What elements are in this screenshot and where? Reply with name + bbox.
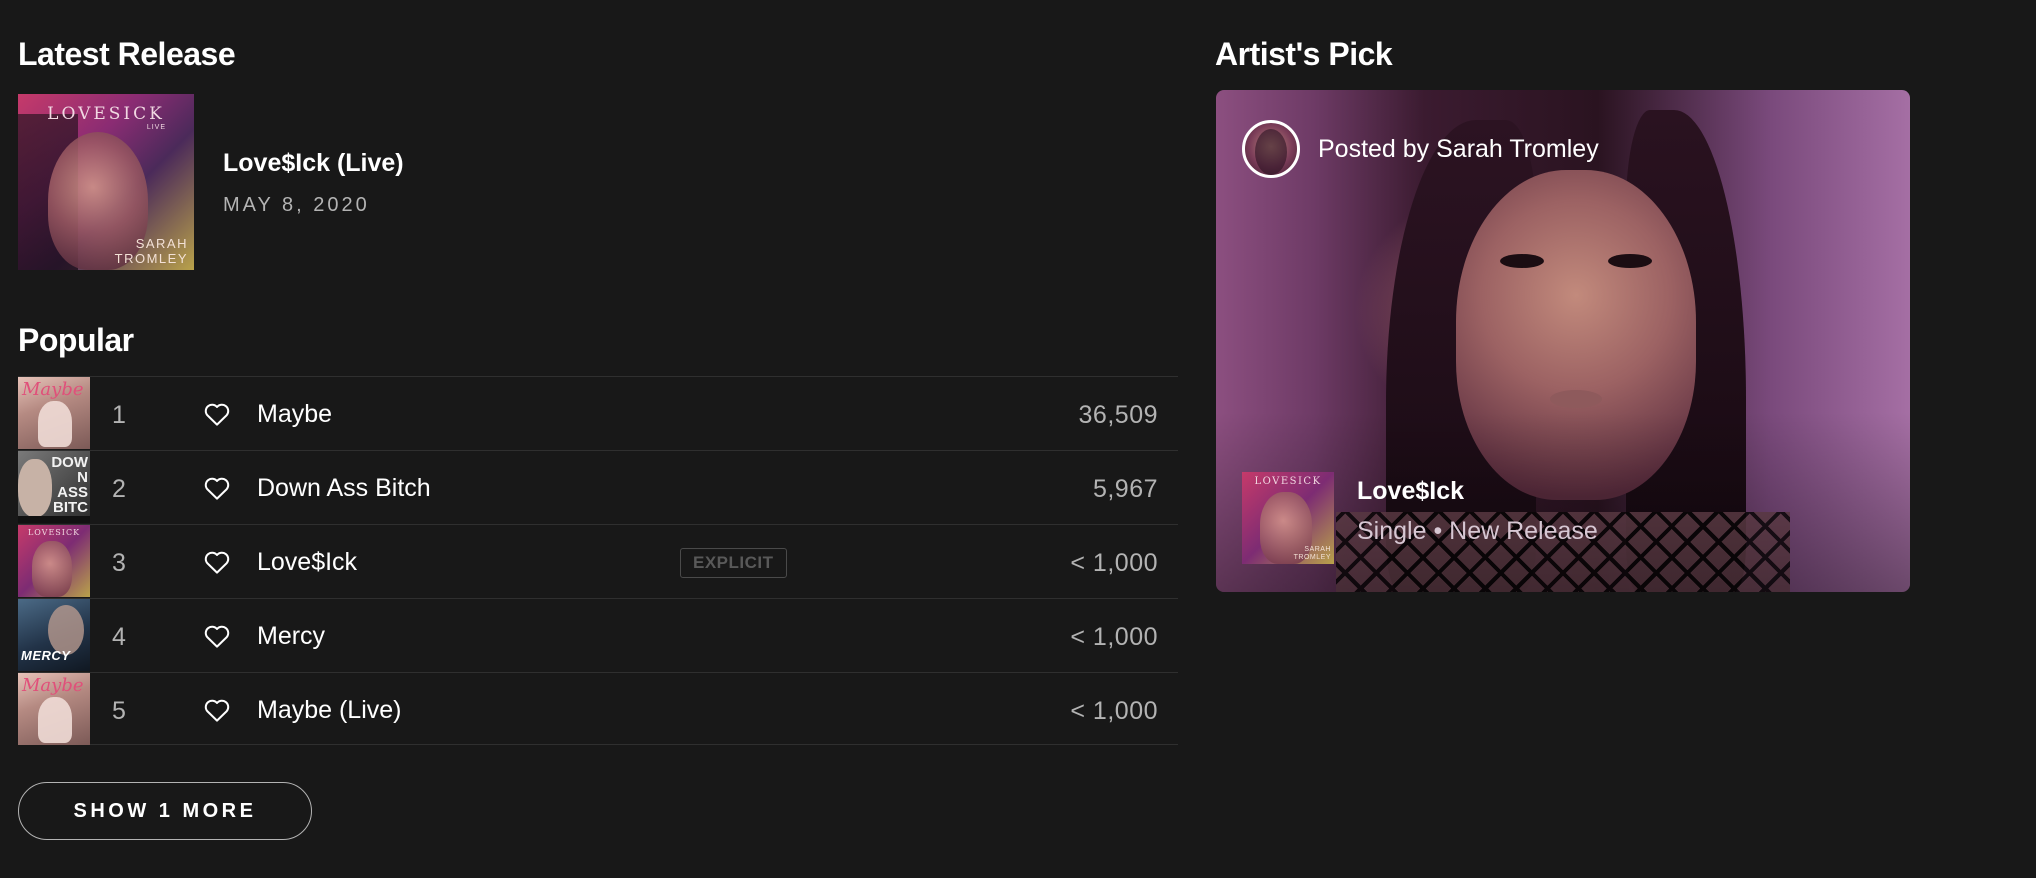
cover-subtitle-text: LIVE <box>146 124 166 131</box>
cover-artist-line: SARAH <box>1304 546 1331 553</box>
track-row[interactable]: Maybe 5 Maybe (Live) < 1,000 <box>18 673 1178 745</box>
thumbnail-art-shape <box>32 541 72 597</box>
track-row[interactable]: DOWN ASS BITCH 2 Down Ass Bitch 5,967 <box>18 451 1178 525</box>
cover-title-text: LOVESICK <box>1254 476 1322 487</box>
track-name[interactable]: Mercy <box>257 622 325 651</box>
track-row[interactable]: MERCY 4 Mercy < 1,000 <box>18 599 1178 673</box>
thumbnail-text: Maybe <box>22 675 84 696</box>
thumbnail-art-shape <box>18 459 52 517</box>
thumbnail-text: Maybe <box>22 379 84 400</box>
cover-artist-text: SARAH TROMLEY <box>1294 546 1331 562</box>
latest-release-date: MAY 8, 2020 <box>223 194 370 216</box>
explicit-badge: EXPLICIT <box>680 548 787 578</box>
popular-track-list: Maybe 1 Maybe 36,509 DOWN ASS BITCH 2 Do… <box>18 376 1178 745</box>
cover-title-text: LOVESICK <box>47 104 165 124</box>
cover-artist-line: SARAH <box>135 236 188 251</box>
cover-artist-line: TROMLEY <box>1293 554 1331 561</box>
latest-release-cover[interactable]: LOVESICK LIVE SARAH TROMLEY <box>18 94 194 270</box>
track-thumbnail: DOWN ASS BITCH <box>18 451 90 523</box>
posted-by-label: Posted by Sarah Tromley <box>1318 135 1599 163</box>
thumbnail-art-shape <box>18 516 90 523</box>
show-more-button[interactable]: SHOW 1 MORE <box>18 782 312 840</box>
avatar-art-shape <box>1255 129 1287 175</box>
latest-release-title[interactable]: Love$Ick (Live) <box>223 149 404 178</box>
artists-pick-heading: Artist's Pick <box>1215 36 1393 72</box>
avatar <box>1242 120 1300 178</box>
thumbnail-art-shape <box>38 697 72 743</box>
track-number: 2 <box>112 475 126 503</box>
heart-outline-icon[interactable] <box>202 399 232 429</box>
track-row[interactable]: Maybe 1 Maybe 36,509 <box>18 377 1178 451</box>
thumbnail-art-shape <box>38 401 72 447</box>
track-number: 1 <box>112 401 126 429</box>
track-play-count: < 1,000 <box>1070 549 1158 577</box>
track-thumbnail: LOVESICK <box>18 525 90 597</box>
pick-release-cover[interactable]: LOVESICK SARAH TROMLEY <box>1242 472 1334 564</box>
pick-release-subtitle: Single • New Release <box>1357 517 1598 545</box>
track-number: 3 <box>112 549 126 577</box>
card-art-shape <box>1550 390 1602 408</box>
track-play-count: 36,509 <box>1078 401 1158 429</box>
heart-outline-icon[interactable] <box>202 473 232 503</box>
card-art-shape <box>1500 254 1544 268</box>
track-play-count: 5,967 <box>1092 475 1158 503</box>
track-row[interactable]: LOVESICK 3 Love$Ick EXPLICIT < 1,000 <box>18 525 1178 599</box>
thumbnail-text: MERCY <box>21 648 71 663</box>
cover-artist-text: SARAH TROMLEY <box>115 236 188 266</box>
track-number: 5 <box>112 697 126 725</box>
track-thumbnail: Maybe <box>18 673 90 745</box>
pick-release-title[interactable]: Love$Ick <box>1357 477 1464 506</box>
heart-outline-icon[interactable] <box>202 695 232 725</box>
heart-outline-icon[interactable] <box>202 621 232 651</box>
track-name[interactable]: Love$Ick <box>257 548 357 577</box>
thumbnail-text: DOWN ASS BITCH <box>51 454 88 523</box>
track-number: 4 <box>112 623 126 651</box>
track-name[interactable]: Maybe <box>257 400 332 429</box>
track-play-count: < 1,000 <box>1070 623 1158 651</box>
track-play-count: < 1,000 <box>1070 697 1158 725</box>
track-thumbnail: Maybe <box>18 377 90 449</box>
thumbnail-text: LOVESICK <box>27 528 81 537</box>
cover-artist-line: TROMLEY <box>114 251 188 266</box>
track-name[interactable]: Down Ass Bitch <box>257 474 431 503</box>
latest-release-heading: Latest Release <box>18 36 236 72</box>
heart-outline-icon[interactable] <box>202 547 232 577</box>
popular-heading: Popular <box>18 322 134 358</box>
artists-pick-card[interactable]: Posted by Sarah Tromley LOVESICK SARAH T… <box>1216 90 1910 592</box>
track-thumbnail: MERCY <box>18 599 90 671</box>
card-art-shape <box>1608 254 1652 268</box>
track-name[interactable]: Maybe (Live) <box>257 696 402 725</box>
